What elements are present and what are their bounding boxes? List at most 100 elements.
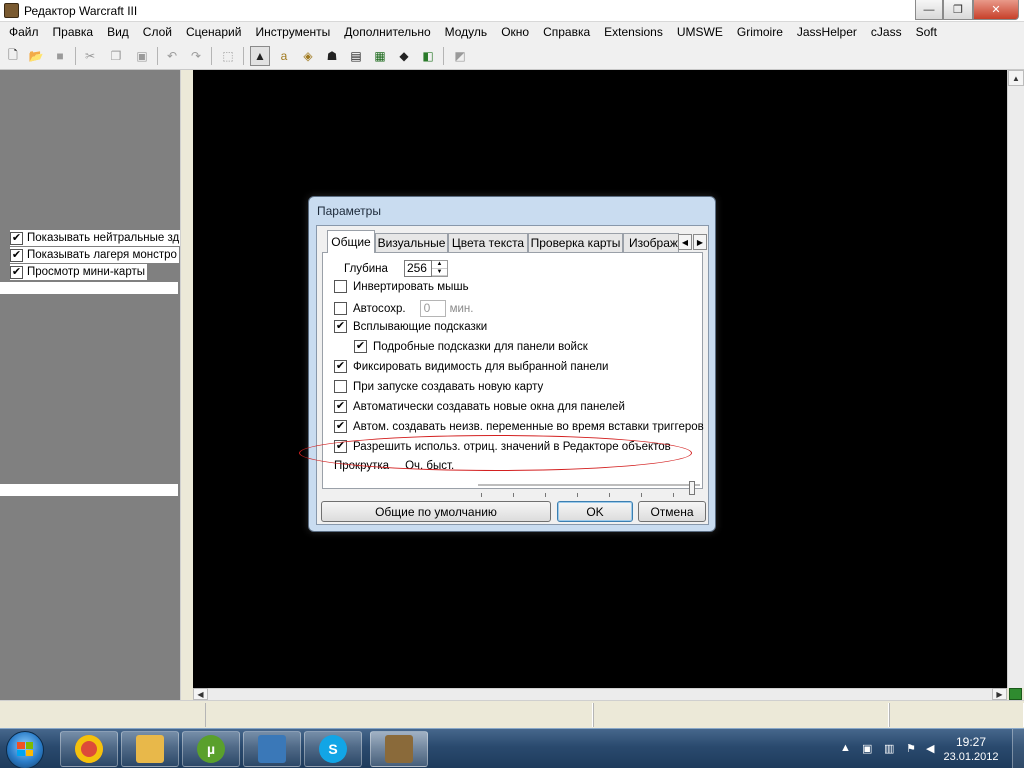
cut-icon[interactable]: ✂: [80, 46, 100, 66]
scroll-speed-slider[interactable]: [478, 484, 700, 486]
ok-button[interactable]: OK: [557, 501, 633, 522]
minimap-corner-icon[interactable]: [1009, 688, 1022, 700]
splitter[interactable]: [180, 70, 192, 700]
menu-file[interactable]: Файл: [2, 22, 46, 42]
close-button[interactable]: ✕: [973, 0, 1019, 20]
object-editor-icon[interactable]: ▤: [346, 46, 366, 66]
redo-icon[interactable]: ↷: [186, 46, 206, 66]
menu-soft[interactable]: Soft: [909, 22, 944, 42]
taskbar-chrome[interactable]: [60, 731, 118, 767]
unit-palette-icon[interactable]: ☗: [322, 46, 342, 66]
menu-cjass[interactable]: cJass: [864, 22, 909, 42]
toolbar-separator: [243, 47, 244, 65]
new-map-on-start-option[interactable]: При запуске создавать новую карту: [334, 380, 543, 393]
camera-icon[interactable]: ◩: [450, 46, 470, 66]
checkbox[interactable]: ✔: [334, 420, 347, 433]
clock-date[interactable]: 23.01.2012: [936, 751, 1006, 763]
checkbox[interactable]: ✔: [10, 265, 23, 279]
select-icon[interactable]: ⬚: [218, 46, 238, 66]
show-desktop-button[interactable]: [1012, 729, 1024, 768]
tab-visual[interactable]: Визуальные: [375, 233, 448, 252]
checkbox[interactable]: [334, 280, 347, 293]
checkbox[interactable]: [334, 380, 347, 393]
menu-extensions[interactable]: Extensions: [597, 22, 670, 42]
allow-negative-values-option[interactable]: ✔ Разрешить использ. отриц. значений в Р…: [334, 440, 671, 453]
tooltips-option[interactable]: ✔ Всплывающие подсказки: [334, 320, 487, 333]
scroll-left-arrow[interactable]: ◀: [193, 688, 208, 700]
checkbox[interactable]: ✔: [334, 360, 347, 373]
invert-mouse-option[interactable]: Инвертировать мышь: [334, 280, 469, 293]
save-icon[interactable]: ■: [50, 46, 70, 66]
defaults-button[interactable]: Общие по умолчанию: [321, 501, 551, 522]
trigger-editor-icon[interactable]: ▦: [370, 46, 390, 66]
checkbox[interactable]: ✔: [334, 400, 347, 413]
detailed-tooltips-option[interactable]: ✔ Подробные подсказки для панели войск: [354, 340, 588, 353]
tray-expand-icon[interactable]: ▲: [840, 742, 851, 754]
copy-icon[interactable]: ❐: [106, 46, 126, 66]
depth-spinner[interactable]: ▲ ▼: [431, 260, 448, 277]
menu-layer[interactable]: Слой: [136, 22, 179, 42]
menu-help[interactable]: Справка: [536, 22, 597, 42]
taskbar-skype[interactable]: S: [304, 731, 362, 767]
slider-thumb[interactable]: [689, 481, 695, 495]
menu-view[interactable]: Вид: [100, 22, 136, 42]
taskbar-monitor[interactable]: [243, 731, 301, 767]
auto-create-variables-option[interactable]: ✔ Автом. создавать неизв. переменные во …: [334, 420, 704, 433]
undo-icon[interactable]: ↶: [162, 46, 182, 66]
volume-icon[interactable]: ◀: [926, 742, 934, 755]
checkbox[interactable]: ✔: [10, 248, 23, 262]
fix-visibility-option[interactable]: ✔ Фиксировать видимость для выбранной па…: [334, 360, 608, 373]
network-icon[interactable]: ▥: [884, 742, 894, 755]
menu-edit[interactable]: Правка: [46, 22, 101, 42]
tab-scroll-right-arrow[interactable]: ▶: [693, 234, 707, 250]
taskbar-utorrent[interactable]: µ: [182, 731, 240, 767]
checkbox[interactable]: ✔: [334, 440, 347, 453]
test-map-icon[interactable]: ◧: [418, 46, 438, 66]
checkbox[interactable]: [334, 302, 347, 315]
menu-tools[interactable]: Инструменты: [248, 22, 337, 42]
tab-map-check[interactable]: Проверка карты: [528, 233, 623, 252]
new-file-icon[interactable]: 🗋: [3, 46, 23, 66]
clock-time[interactable]: 19:27: [949, 735, 993, 749]
checkbox[interactable]: ✔: [10, 231, 23, 245]
show-creep-camps-option[interactable]: ✔ Показывать лагеря монстро: [10, 247, 179, 263]
spin-down-icon[interactable]: ▼: [431, 269, 447, 276]
cancel-button[interactable]: Отмена: [638, 501, 706, 522]
menu-module[interactable]: Модуль: [438, 22, 495, 42]
open-folder-icon[interactable]: 📂: [26, 46, 46, 66]
horizontal-scrollbar[interactable]: ◀ ▶: [193, 688, 1007, 700]
auto-create-windows-option[interactable]: ✔ Автоматически создавать новые окна для…: [334, 400, 625, 413]
vertical-scrollbar[interactable]: ▲: [1007, 70, 1024, 688]
autosave-option[interactable]: Автосохр. 0 мин.: [334, 300, 473, 317]
sound-editor-icon[interactable]: ◈: [298, 46, 318, 66]
terrain-palette-icon[interactable]: ▲: [250, 46, 270, 66]
spin-up-icon[interactable]: ▲: [431, 261, 447, 269]
tab-images[interactable]: Изображ: [623, 233, 679, 252]
menu-scenario[interactable]: Сценарий: [179, 22, 248, 42]
tab-scroll-left-arrow[interactable]: ◀: [678, 234, 692, 250]
tray-app-icon[interactable]: ▣: [862, 742, 872, 755]
menu-umswe[interactable]: UMSWE: [670, 22, 730, 42]
menu-extra[interactable]: Дополнительно: [337, 22, 437, 42]
scroll-up-arrow[interactable]: ▲: [1008, 70, 1024, 86]
flag-icon[interactable]: ⚑: [906, 742, 916, 755]
doodad-palette-icon[interactable]: a: [274, 46, 294, 66]
scroll-right-arrow[interactable]: ▶: [992, 688, 1007, 700]
autosave-interval-input[interactable]: 0: [419, 300, 446, 317]
checkbox[interactable]: ✔: [354, 340, 367, 353]
menu-grimoire[interactable]: Grimoire: [730, 22, 790, 42]
taskbar-warcraft-editor[interactable]: [370, 731, 428, 767]
checkbox[interactable]: ✔: [334, 320, 347, 333]
menu-jasshelper[interactable]: JassHelper: [790, 22, 864, 42]
menu-window[interactable]: Окно: [494, 22, 536, 42]
maximize-button[interactable]: ❐: [943, 0, 973, 20]
minimize-button[interactable]: —: [915, 0, 943, 20]
depth-input[interactable]: 256: [403, 260, 432, 277]
minimap-preview-option[interactable]: ✔ Просмотр мини-карты: [10, 264, 148, 280]
paste-icon[interactable]: ▣: [132, 46, 152, 66]
show-neutral-buildings-option[interactable]: ✔ Показывать нейтральные зд: [10, 230, 182, 246]
import-manager-icon[interactable]: ◆: [394, 46, 414, 66]
taskbar-explorer[interactable]: [121, 731, 179, 767]
tab-general[interactable]: Общие: [327, 230, 375, 253]
tab-text-colors[interactable]: Цвета текста: [448, 233, 528, 252]
